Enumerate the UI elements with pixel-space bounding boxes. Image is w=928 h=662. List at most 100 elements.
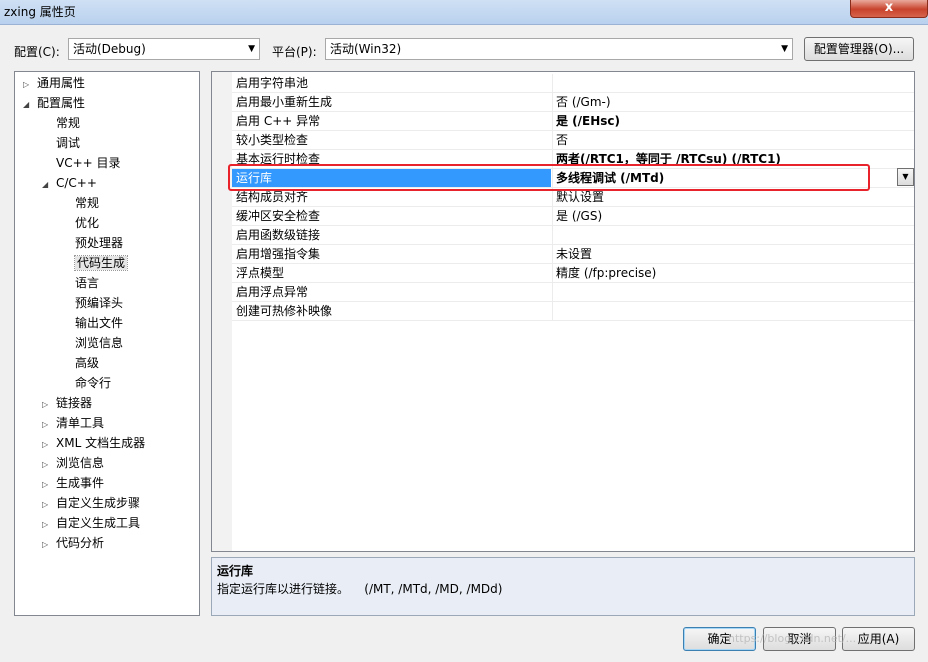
property-row[interactable]: 创建可热修补映像 [232,302,914,321]
expand-triangle-icon[interactable]: ▷ [42,476,56,494]
tree-item-label: 生成事件 [56,476,105,490]
property-grid: 启用字符串池启用最小重新生成 否 (/Gm-) 启用 C++ 异常 是 (/EHsc)… [211,71,915,552]
tree-item-label: 语言 [75,276,100,290]
tree-item[interactable]: 预编译头 [61,294,123,312]
property-row[interactable]: 较小类型检查 否 [232,131,914,150]
property-value[interactable] [552,283,914,301]
property-name: 运行库 [232,169,551,187]
property-value[interactable]: 多线程调试 (/MTd) [552,169,914,187]
property-value[interactable] [552,302,914,320]
tree-item-label: 预编译头 [75,296,124,310]
grid-margin [212,72,232,551]
description-title: 运行库 [217,564,254,578]
platform-select[interactable]: 活动(Win32) ▼ [325,38,793,60]
property-row[interactable]: 启用增强指令集 未设置 [232,245,914,264]
property-value[interactable] [552,74,914,92]
description-body: 指定运行库以进行链接。 (/MT, /MTd, /MD, /MDd) [217,582,503,596]
property-name: 创建可热修补映像 [236,304,333,318]
apply-button[interactable]: 应用(A) [842,627,915,651]
tree-item[interactable]: ▷ 浏览信息 [42,454,104,472]
tree-item[interactable]: 优化 [61,214,99,232]
tree-item[interactable]: ▷ 清单工具 [42,414,104,432]
property-row[interactable]: 启用浮点异常 [232,283,914,302]
tree-item[interactable]: ▷ 生成事件 [42,474,104,492]
property-name: 浮点模型 [236,266,285,280]
tree-item-label: 命令行 [75,376,112,390]
property-row[interactable]: 结构成员对齐 默认设置 [232,188,914,207]
tree-item[interactable]: 输出文件 [61,314,123,332]
property-row[interactable]: 浮点模型 精度 (/fp:precise) [232,264,914,283]
tree-item[interactable]: VC++ 目录 [42,154,121,172]
tree-item-label: 优化 [75,216,100,230]
property-value[interactable] [552,226,914,244]
expand-triangle-icon[interactable]: ▷ [42,416,56,434]
property-value[interactable]: 否 (/Gm-) [552,93,914,111]
description-pane: 运行库 指定运行库以进行链接。 (/MT, /MTd, /MD, /MDd) [211,557,915,616]
tree-item[interactable]: ◢ C/C++ [42,174,97,192]
tree-item[interactable]: 命令行 [61,374,111,392]
tree-item[interactable]: 常规 [61,194,99,212]
collapse-triangle-icon[interactable]: ◢ [42,176,56,194]
property-value[interactable]: 是 (/EHsc) [552,112,914,130]
property-row[interactable]: 缓冲区安全检查 是 (/GS) [232,207,914,226]
property-value[interactable]: 精度 (/fp:precise) [552,264,914,282]
tree-item[interactable]: 语言 [61,274,99,292]
tree-item[interactable]: ▷ 自定义生成工具 [42,514,140,532]
expand-triangle-icon[interactable]: ▷ [42,496,56,514]
property-value[interactable]: 默认设置 [552,188,914,206]
property-row[interactable]: 启用最小重新生成 否 (/Gm-) [232,93,914,112]
expand-triangle-icon[interactable]: ▷ [42,396,56,414]
tree-item[interactable]: ▷ 代码分析 [42,534,104,552]
property-name: 启用最小重新生成 [236,95,333,109]
close-button[interactable]: x [850,0,928,18]
tree-item[interactable]: ▷ 自定义生成步骤 [42,494,140,512]
property-tree: ▷ 通用属性 ◢ 配置属性 常规 调试 VC++ 目录 ◢ C/C++ 常规 优化 预处理器 代码生成语… [14,71,200,616]
expand-triangle-icon[interactable]: ▷ [42,456,56,474]
tree-item-label: 预处理器 [75,236,124,250]
property-name: 基本运行时检查 [236,152,321,166]
tree-item[interactable]: 常规 [42,114,80,132]
property-value[interactable]: 否 [552,131,914,149]
property-name: 较小类型检查 [236,133,309,147]
property-row[interactable]: 基本运行时检查 两者(/RTC1，等同于 /RTCsu) (/RTC1) [232,150,914,169]
property-value[interactable]: 是 (/GS) [552,207,914,225]
expand-triangle-icon[interactable]: ▷ [42,436,56,454]
tree-item[interactable]: ◢ 配置属性 [23,94,85,112]
tree-item-label: 常规 [56,116,81,130]
tree-item[interactable]: 浏览信息 [61,334,123,352]
property-name: 缓冲区安全检查 [236,209,321,223]
cancel-button[interactable]: 取消 [763,627,836,651]
expand-triangle-icon[interactable]: ▷ [23,76,37,94]
ok-button[interactable]: 确定 [683,627,756,651]
property-row[interactable]: 启用函数级链接 [232,226,914,245]
tree-item-label: 自定义生成步骤 [56,496,141,510]
expand-triangle-icon[interactable]: ▷ [42,536,56,554]
tree-item-label: 配置属性 [37,96,86,110]
tree-item-label: C/C++ [56,176,97,190]
tree-item-label: 常规 [75,196,100,210]
tree-item[interactable]: 预处理器 [61,234,123,252]
tree-item[interactable]: ▷ XML 文档生成器 [42,434,145,452]
tree-item-label: 链接器 [56,396,93,410]
tree-item[interactable]: ▷ 链接器 [42,394,92,412]
property-row[interactable]: 启用字符串池 [232,74,914,93]
config-select-value: 活动(Debug) [73,42,146,56]
property-row[interactable]: 启用 C++ 异常 是 (/EHsc) [232,112,914,131]
expand-triangle-icon[interactable]: ▷ [42,516,56,534]
tree-item[interactable]: 高级 [61,354,99,372]
chevron-down-icon: ▼ [902,172,909,181]
tree-item[interactable]: 代码生成 [61,254,129,272]
runtime-library-dropdown-button[interactable]: ▼ [897,168,914,186]
tree-item[interactable]: ▷ 通用属性 [23,74,85,92]
tree-item-label: VC++ 目录 [56,156,121,170]
tree-item-label: 高级 [75,356,100,370]
config-select[interactable]: 活动(Debug) ▼ [68,38,260,60]
property-value[interactable]: 未设置 [552,245,914,263]
property-row[interactable]: 运行库 多线程调试 (/MTd) [232,169,914,188]
tree-item[interactable]: 调试 [42,134,80,152]
collapse-triangle-icon[interactable]: ◢ [23,96,37,114]
tree-item-label: 通用属性 [37,76,86,90]
title-bar: zxing 属性页 x [0,0,928,25]
property-value[interactable]: 两者(/RTC1，等同于 /RTCsu) (/RTC1) [552,150,914,168]
config-manager-button[interactable]: 配置管理器(O)... [804,37,914,61]
